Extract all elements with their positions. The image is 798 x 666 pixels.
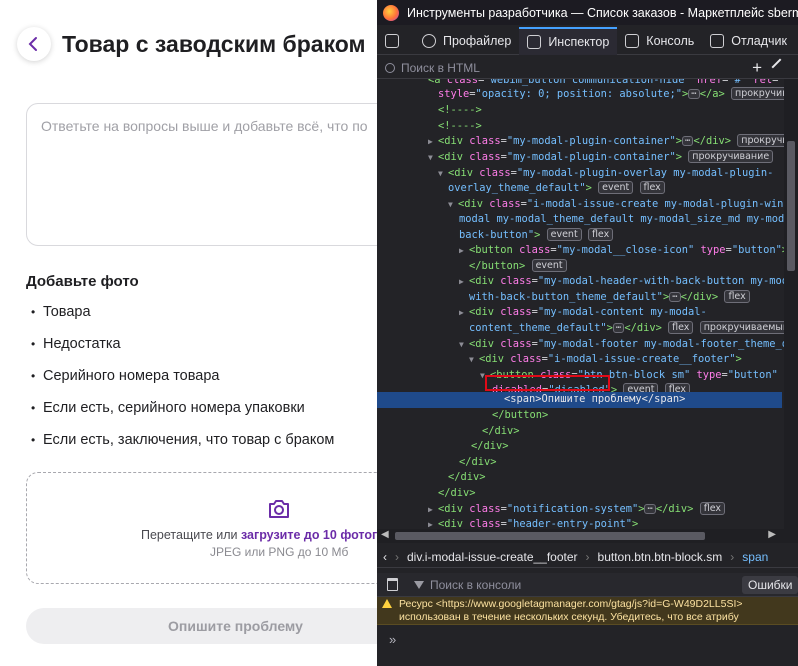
- scrollbar-thumb[interactable]: [787, 141, 795, 271]
- warning-text-line: использован в течение нескольких секунд.…: [399, 611, 739, 623]
- search-icon: [385, 62, 395, 73]
- vertical-scrollbar[interactable]: [784, 79, 798, 529]
- list-item: Товара: [31, 304, 334, 336]
- tab-label: Инспектор: [548, 34, 610, 49]
- drop-text: Перетащите или загрузите до 10 фотогр: [141, 528, 377, 542]
- chevron-left-icon: [28, 37, 37, 51]
- tree-line[interactable]: ▶ <div class="my-modal-header-with-back-b…: [377, 274, 794, 290]
- pick-element-icon: [385, 33, 399, 48]
- tree-line[interactable]: ▶ <div class="my-modal-plugin-container">…: [377, 134, 793, 150]
- devtools-window: Инструменты разработчика — Список заказо…: [377, 0, 798, 666]
- selected-tree-line[interactable]: <span>Опишите проблему</span>: [377, 392, 782, 408]
- console-input[interactable]: »: [389, 632, 396, 647]
- tree-line[interactable]: back-button"> event flex: [377, 228, 782, 244]
- tree-line[interactable]: </div>: [377, 455, 782, 471]
- firefox-logo-icon: [383, 4, 399, 21]
- tree-line[interactable]: style="opacity: 0; position: absolute;">…: [377, 87, 798, 103]
- submit-button[interactable]: Опишите проблему: [26, 608, 377, 644]
- errors-filter-button[interactable]: Ошибки: [742, 576, 798, 594]
- scroll-left-icon[interactable]: ◀: [381, 529, 389, 540]
- tree-line[interactable]: </button> event: [377, 259, 782, 275]
- tree-line[interactable]: with-back-button_theme_default"> ⋯ </div> …: [377, 290, 782, 306]
- devtools-tabs: Профайлер Инспектор Консоль Отладчик: [377, 26, 798, 55]
- devtools-titlebar: Инструменты разработчика — Список заказо…: [377, 0, 798, 25]
- window-title: Инструменты разработчика — Список заказо…: [407, 5, 798, 20]
- tab-debugger[interactable]: Отладчик: [702, 27, 795, 55]
- tab-inspector[interactable]: Инспектор: [519, 26, 618, 55]
- list-item: Если есть, серийного номера упаковки: [31, 400, 334, 432]
- tree-line[interactable]: </div>: [377, 439, 782, 455]
- tab-console[interactable]: Консоль: [617, 27, 702, 55]
- list-item: Недостатка: [31, 336, 334, 368]
- upload-link[interactable]: загрузите до 10 фотогр: [241, 528, 377, 542]
- search-placeholder: Поиск в HTML: [401, 60, 480, 75]
- html-search-input[interactable]: Поиск в HTML +: [377, 57, 798, 79]
- scroll-right-icon[interactable]: ▶: [768, 529, 776, 540]
- tree-line[interactable]: ▼ <div class="my-modal-footer my-modal-fo…: [377, 337, 788, 353]
- tree-line[interactable]: </div>: [377, 486, 782, 502]
- trash-icon[interactable]: [387, 578, 398, 591]
- modal-title: Товар с заводским браком: [62, 31, 366, 57]
- eyedropper-icon[interactable]: [771, 58, 789, 76]
- tree-line[interactable]: overlay_theme_default"> event flex: [377, 181, 782, 197]
- tree-line[interactable]: ▶ <button class="my-modal__close-icon" ty…: [377, 243, 798, 259]
- horizontal-scrollbar[interactable]: ◀ ▶: [377, 529, 798, 543]
- camera-icon: [269, 500, 289, 518]
- back-button[interactable]: [17, 27, 51, 61]
- tree-line[interactable]: modal my-modal_theme_default my-modal_si…: [377, 212, 797, 228]
- console-filter-input[interactable]: Поиск в консоли: [430, 578, 521, 592]
- photo-section-title: Добавьте фото: [26, 273, 139, 290]
- warning-icon: [382, 599, 392, 608]
- pick-element-button[interactable]: [377, 27, 414, 55]
- tree-line[interactable]: ▶ <div class="header-entry-point">: [377, 517, 782, 529]
- breadcrumb-separator: ›: [395, 549, 399, 564]
- console-toolbar: Поиск в консоли Ошибки: [377, 573, 798, 597]
- photo-requirements-list: Товара Недостатка Серийного номера товар…: [31, 304, 334, 464]
- tab-label: Консоль: [646, 33, 695, 48]
- breadcrumb-item[interactable]: span: [736, 550, 774, 564]
- tree-line[interactable]: ▶ <div class="notification-system"> ⋯ </div…: [377, 502, 782, 518]
- debugger-icon: [710, 33, 725, 48]
- warning-text-line: Ресурс <https://www.googletagmanager.com…: [399, 598, 743, 610]
- gauge-icon: [422, 33, 436, 48]
- breadcrumb-item[interactable]: div.i-modal-issue-create__footer: [401, 550, 584, 564]
- tree-line[interactable]: ▶ <div class="my-modal-content my-modal-: [377, 305, 782, 321]
- list-item: Серийного номера товара: [31, 368, 334, 400]
- filter-icon: [414, 580, 424, 589]
- breadcrumb: ‹ › div.i-modal-issue-create__footer › b…: [377, 546, 798, 568]
- tree-line[interactable]: content_theme_default"> ⋯ </div> flex прок…: [377, 321, 794, 337]
- add-node-button[interactable]: +: [752, 57, 762, 79]
- tree-line[interactable]: ▼ <div class="i-modal-issue-create__foote…: [377, 352, 782, 368]
- tab-profiler[interactable]: Профайлер: [414, 27, 519, 55]
- tree-line[interactable]: </div>: [377, 470, 782, 486]
- photo-dropzone[interactable]: Перетащите или загрузите до 10 фотогр JP…: [26, 472, 377, 584]
- inspector-icon: [527, 34, 542, 49]
- html-tree: <a class="webim_button communication-hid…: [377, 79, 798, 529]
- drop-text-prefix: Перетащите или: [141, 528, 241, 542]
- breadcrumb-separator: ›: [585, 549, 590, 564]
- tree-line[interactable]: ▼ <div class="i-modal-issue-create my-mod…: [377, 197, 796, 213]
- breadcrumb-item[interactable]: button.btn.btn-block.sm: [592, 550, 729, 564]
- console-icon: [625, 33, 640, 48]
- console-warning: Ресурс <https://www.googletagmanager.com…: [377, 597, 798, 625]
- description-textarea[interactable]: Ответьте на вопросы выше и добавьте всё,…: [26, 103, 377, 246]
- tree-line[interactable]: </button>: [377, 408, 782, 424]
- tree-line[interactable]: <!---->: [377, 103, 782, 119]
- scrollbar-thumb[interactable]: [395, 532, 705, 540]
- issue-modal: Товар с заводским браком Ответьте на воп…: [0, 0, 377, 666]
- tree-line[interactable]: <!---->: [377, 119, 782, 135]
- highlight-box: [485, 375, 610, 391]
- tree-line[interactable]: ▼ <div class="my-modal-plugin-overlay my-…: [377, 166, 782, 182]
- breadcrumb-separator: ›: [730, 549, 735, 564]
- tree-line[interactable]: ▼ <div class="my-modal-plugin-container">…: [377, 150, 782, 166]
- tab-label: Профайлер: [443, 33, 512, 48]
- list-item: Если есть, заключения, что товар с брако…: [31, 432, 334, 464]
- tree-line[interactable]: </div>: [377, 424, 782, 440]
- breadcrumb-back-icon[interactable]: ‹: [377, 550, 393, 564]
- drop-hint: JPEG или PNG до 10 Мб: [210, 545, 349, 559]
- tab-label: Отладчик: [731, 33, 787, 48]
